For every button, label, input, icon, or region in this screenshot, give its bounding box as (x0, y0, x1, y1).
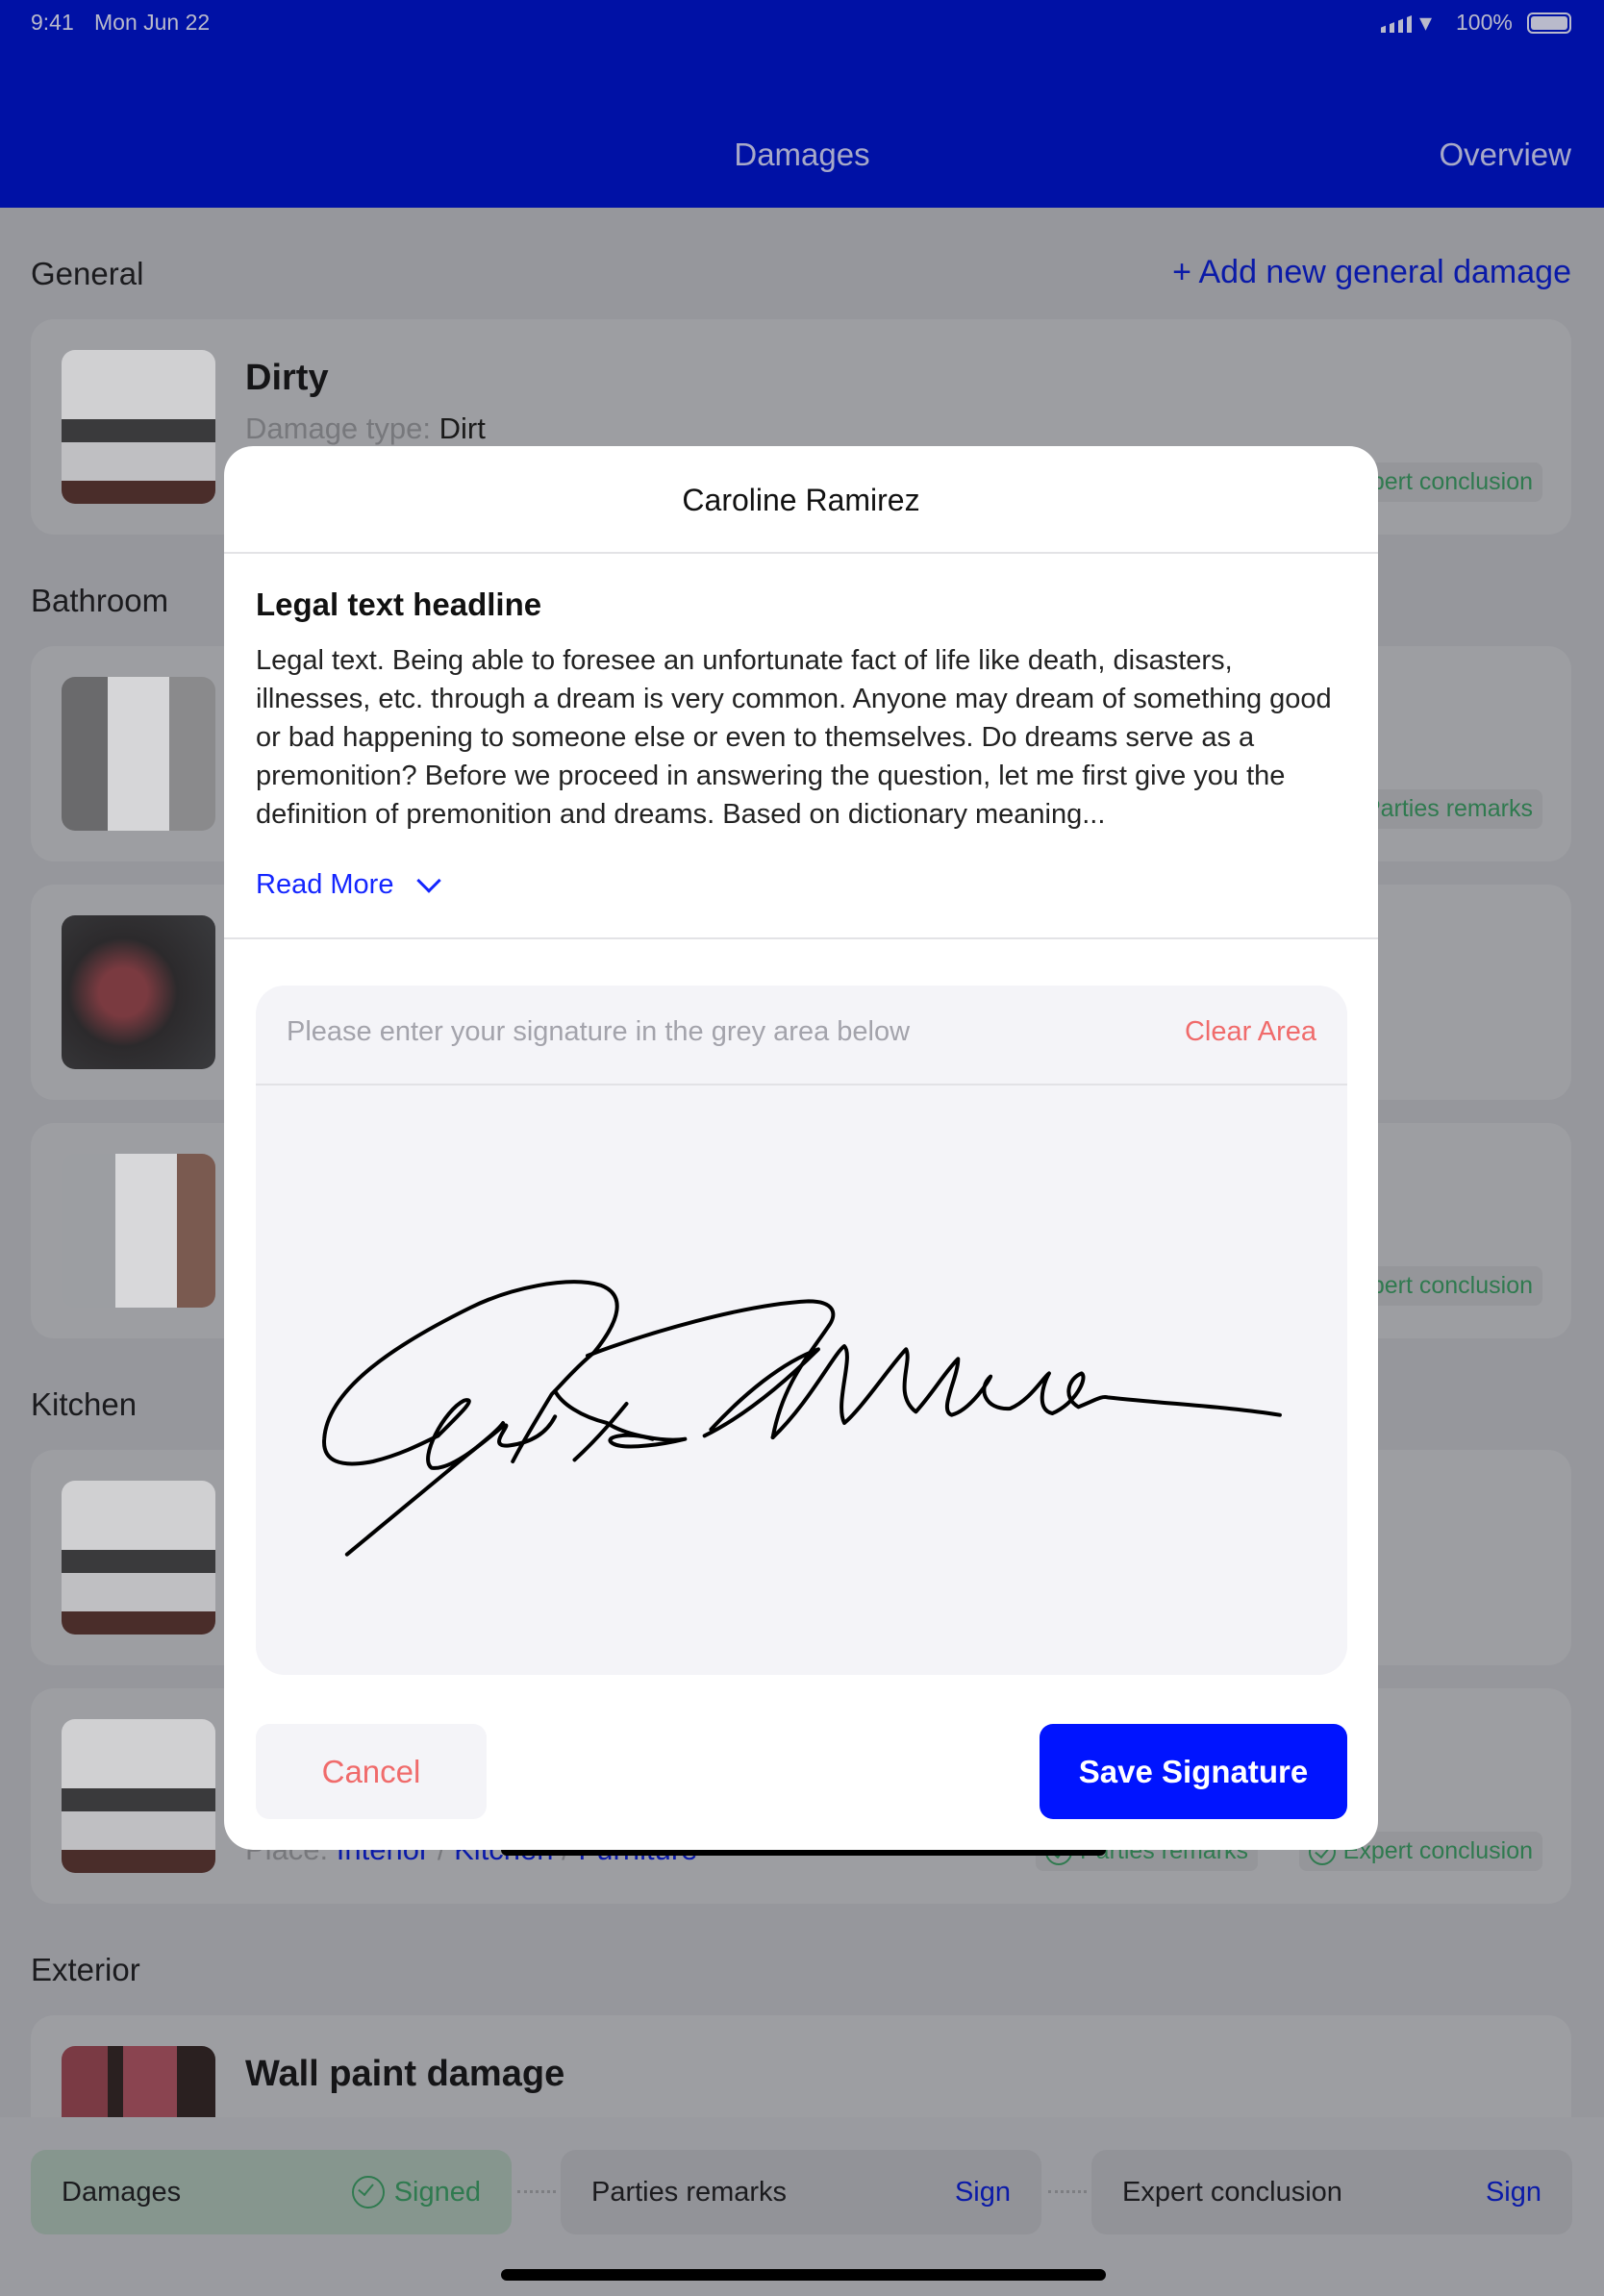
check-circle-icon (351, 2176, 385, 2209)
status-time: 9:41 (31, 10, 74, 35)
legal-text: Legal text. Being able to foresee an unf… (256, 645, 1332, 830)
save-signature-button[interactable]: Save Signature (1040, 1724, 1347, 1819)
step-status: Signed (351, 2176, 481, 2209)
step-expert-conclusion[interactable]: Expert conclusion Sign (1091, 2150, 1572, 2234)
signature-modal: Caroline Ramirez Legal text headline Leg… (224, 446, 1378, 1850)
step-label: Parties remarks (591, 2176, 788, 2208)
battery-percent: 100% (1456, 10, 1513, 35)
step-connector (517, 2190, 556, 2193)
step-connector (1048, 2190, 1087, 2193)
header-title: Damages (734, 137, 870, 172)
divider (224, 552, 1378, 554)
wifi-icon: ▾ (1419, 8, 1433, 37)
damage-type-label: Damage type: (245, 412, 431, 445)
damage-thumbnail (62, 1154, 215, 1308)
battery-icon (1527, 12, 1571, 34)
status-date: Mon Jun 22 (94, 10, 211, 35)
read-more-label: Read More (256, 869, 394, 900)
clear-area-button[interactable]: Clear Area (1185, 1016, 1316, 1048)
card-title: Wall paint damage (245, 2054, 565, 2094)
section-general: General (31, 256, 144, 291)
damage-thumbnail (62, 677, 215, 831)
signature-area[interactable]: Please enter your signature in the grey … (256, 986, 1347, 1675)
chip-label: Parties remarks (1364, 795, 1533, 822)
signature-drawing (288, 1250, 1308, 1586)
signal-icon (1381, 15, 1412, 33)
step-damages[interactable]: Damages Signed (31, 2150, 512, 2234)
signed-label: Signed (393, 2176, 481, 2208)
read-more-button[interactable]: Read More (256, 867, 442, 901)
damage-thumbnail (62, 350, 215, 504)
section-bathroom: Bathroom (31, 583, 169, 618)
signature-prompt: Please enter your signature in the grey … (287, 1016, 911, 1047)
damage-type-value: Dirt (439, 412, 486, 445)
sign-button[interactable]: Sign (955, 2177, 1011, 2209)
add-general-damage-link[interactable]: + Add new general damage (1172, 254, 1571, 291)
modal-title: Caroline Ramirez (682, 483, 920, 517)
damage-type: Damage type: Dirt (245, 412, 486, 446)
cancel-button[interactable]: Cancel (256, 1724, 487, 1819)
step-label: Expert conclusion (1122, 2176, 1342, 2208)
damage-thumbnail (62, 1719, 215, 1873)
divider (224, 937, 1378, 939)
nav-header: 9:41 Mon Jun 22 ▾ 100% Damages Overview (0, 0, 1604, 208)
home-indicator (501, 2269, 1106, 2281)
step-parties-remarks[interactable]: Parties remarks Sign (561, 2150, 1041, 2234)
damage-thumbnail (62, 915, 215, 1069)
card-title: Dirty (245, 358, 329, 398)
step-label: Damages (62, 2176, 182, 2208)
damage-thumbnail (62, 1481, 215, 1635)
chevron-down-icon (416, 867, 442, 893)
overview-button[interactable]: Overview (1439, 137, 1571, 173)
section-kitchen: Kitchen (31, 1386, 138, 1422)
section-exterior: Exterior (31, 1952, 140, 1987)
legal-headline: Legal text headline (256, 586, 542, 622)
sign-button[interactable]: Sign (1486, 2177, 1541, 2209)
divider (256, 1084, 1347, 1086)
